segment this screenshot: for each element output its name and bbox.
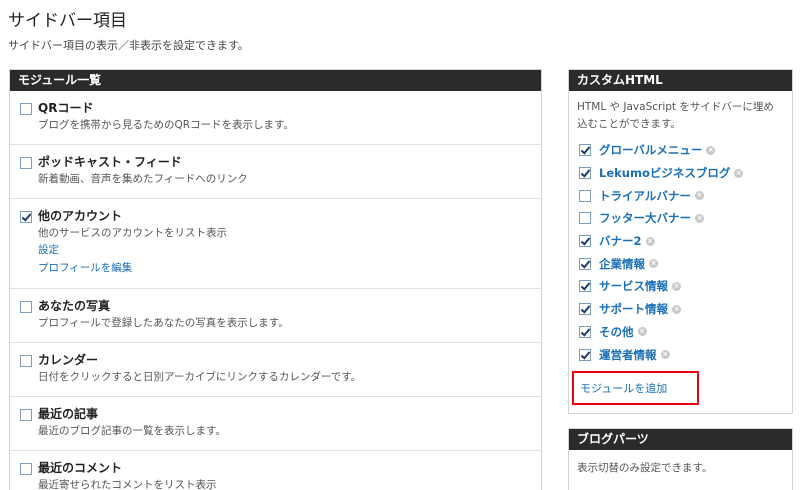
custom-html-checkbox[interactable] bbox=[579, 212, 591, 225]
module-title: あなたの写真 bbox=[38, 299, 111, 313]
module-title: 最近の記事 bbox=[38, 407, 99, 421]
remove-icon[interactable]: × bbox=[649, 259, 658, 269]
blog-parts-header: ブログパーツ bbox=[569, 429, 792, 450]
module-description: 最近のブログ記事の一覧を表示します。 bbox=[38, 425, 226, 437]
module-title: ポッドキャスト・フィード bbox=[38, 155, 182, 169]
module-checkbox[interactable] bbox=[20, 211, 32, 223]
custom-html-checkbox[interactable] bbox=[579, 348, 591, 361]
custom-html-link[interactable]: バナー2 bbox=[599, 233, 642, 249]
custom-html-checkbox[interactable] bbox=[579, 144, 591, 157]
custom-html-checkbox[interactable] bbox=[579, 280, 591, 293]
custom-html-link[interactable]: グローバルメニュー bbox=[599, 142, 702, 158]
module-checkbox[interactable] bbox=[20, 409, 32, 421]
custom-html-link[interactable]: Lekumoビジネスブログ bbox=[599, 165, 730, 181]
custom-html-link[interactable]: フッター大バナー bbox=[599, 210, 691, 226]
module-title: QRコード bbox=[38, 101, 94, 115]
custom-html-description: HTML や JavaScript をサイドバーに埋め込むことができます。 bbox=[577, 101, 774, 130]
custom-html-checkbox[interactable] bbox=[579, 235, 591, 248]
page-title: サイドバー項目 bbox=[8, 11, 127, 31]
module-list: QRコード ブログを携帯から見るためのQRコードを表示します。 ポッドキャスト・フィ… bbox=[10, 91, 541, 490]
remove-icon[interactable]: × bbox=[660, 350, 670, 360]
custom-html-checkbox[interactable] bbox=[579, 257, 591, 270]
custom-html-item: 企業情報 × bbox=[579, 252, 792, 275]
remove-icon[interactable]: × bbox=[694, 191, 704, 201]
custom-html-item: バナー2 × bbox=[579, 230, 792, 253]
module-item: カレンダー日付をクリックすると日別アーカイブにリンクするカレンダーです。 bbox=[10, 343, 541, 397]
custom-html-checkbox[interactable] bbox=[579, 167, 591, 180]
custom-html-item: グローバルメニュー × bbox=[579, 139, 792, 162]
custom-html-checkbox[interactable] bbox=[579, 303, 591, 316]
page-description: サイドバー項目の表示／非表示を設定できます。 bbox=[8, 39, 249, 52]
custom-html-item: その他 × bbox=[579, 321, 792, 344]
remove-icon[interactable]: × bbox=[695, 213, 704, 223]
module-item: 最近の記事最近のブログ記事の一覧を表示します。 bbox=[10, 397, 541, 451]
add-module-highlight: モジュールを追加 bbox=[572, 371, 699, 405]
remove-icon[interactable]: × bbox=[672, 281, 681, 291]
module-checkbox[interactable] bbox=[20, 157, 32, 169]
module-item: 他のアカウント他のサービスのアカウントをリスト表示設定 プロフィールを編集 bbox=[10, 199, 541, 289]
blog-parts-panel: ブログパーツ 表示切替のみ設定できます。 bbox=[568, 428, 793, 490]
custom-html-link[interactable]: 運営者情報 bbox=[599, 347, 657, 363]
remove-icon[interactable]: × bbox=[734, 168, 744, 178]
blog-parts-description: 表示切替のみ設定できます。 bbox=[577, 462, 713, 474]
custom-html-link[interactable]: トライアルバナー bbox=[599, 188, 691, 204]
add-module-link[interactable]: モジュールを追加 bbox=[580, 380, 667, 396]
module-description: 他のサービスのアカウントをリスト表示 bbox=[38, 227, 227, 239]
module-checkbox[interactable] bbox=[20, 301, 32, 313]
module-description: 新着動画、音声を集めたフィードへのリンク bbox=[38, 173, 248, 185]
custom-html-item: サポート情報 × bbox=[579, 298, 792, 321]
custom-html-link[interactable]: 企業情報 bbox=[599, 256, 645, 272]
custom-html-item: サービス情報 × bbox=[579, 275, 792, 298]
custom-html-checkbox[interactable] bbox=[579, 325, 591, 338]
custom-html-link[interactable]: サポート情報 bbox=[599, 301, 668, 317]
remove-icon[interactable]: × bbox=[637, 327, 647, 337]
module-list-header: モジュール一覧 bbox=[10, 70, 541, 91]
custom-html-header: カスタムHTML bbox=[569, 70, 792, 91]
module-title: カレンダー bbox=[38, 353, 99, 367]
module-item: ポッドキャスト・フィード新着動画、音声を集めたフィードへのリンク bbox=[10, 145, 541, 199]
custom-html-panel: カスタムHTML HTML や JavaScript をサイドバーに埋め込むこと… bbox=[568, 69, 793, 414]
custom-html-item: 運営者情報 × bbox=[579, 343, 792, 366]
module-item: あなたの写真プロフィールで登録したあなたの写真を表示します。 bbox=[10, 289, 541, 343]
module-settings-link[interactable]: 設定 bbox=[38, 241, 541, 259]
custom-html-link[interactable]: その他 bbox=[599, 324, 634, 340]
remove-icon[interactable]: × bbox=[645, 236, 655, 246]
custom-html-link[interactable]: サービス情報 bbox=[599, 278, 668, 294]
module-checkbox[interactable] bbox=[20, 355, 32, 367]
module-item: QRコードブログを携帯から見るためのQRコードを表示します。 bbox=[10, 91, 541, 145]
module-title: 他のアカウント bbox=[38, 209, 123, 223]
custom-html-checkbox[interactable] bbox=[579, 189, 591, 202]
custom-html-list: グローバルメニュー × Lekumoビジネスブログ × トライアルバナー × フッター大バナ… bbox=[569, 139, 792, 366]
custom-html-item: トライアルバナー × bbox=[579, 184, 792, 207]
edit-profile-link[interactable]: プロフィールを編集 bbox=[38, 259, 541, 277]
module-checkbox[interactable] bbox=[20, 463, 32, 475]
module-description: 最近寄せられたコメントをリスト表示 bbox=[38, 479, 217, 490]
custom-html-item: フッター大バナー × bbox=[579, 207, 792, 230]
module-list-panel: モジュール一覧 QRコード ブログを携帯から見るためのQRコードを表示します。 ポッ… bbox=[9, 69, 542, 490]
custom-html-item: Lekumoビジネスブログ × bbox=[579, 162, 792, 185]
module-description: ブログを携帯から見るためのQRコードを表示します。 bbox=[38, 119, 295, 131]
module-checkbox[interactable] bbox=[20, 103, 32, 115]
remove-icon[interactable]: × bbox=[672, 304, 681, 314]
module-description: 日付をクリックすると日別アーカイブにリンクするカレンダーです。 bbox=[38, 371, 362, 383]
module-title: 最近のコメント bbox=[38, 461, 123, 475]
module-description: プロフィールで登録したあなたの写真を表示します。 bbox=[38, 317, 289, 329]
module-item: 最近のコメント最近寄せられたコメントをリスト表示 bbox=[10, 451, 541, 490]
remove-icon[interactable]: × bbox=[706, 145, 716, 155]
